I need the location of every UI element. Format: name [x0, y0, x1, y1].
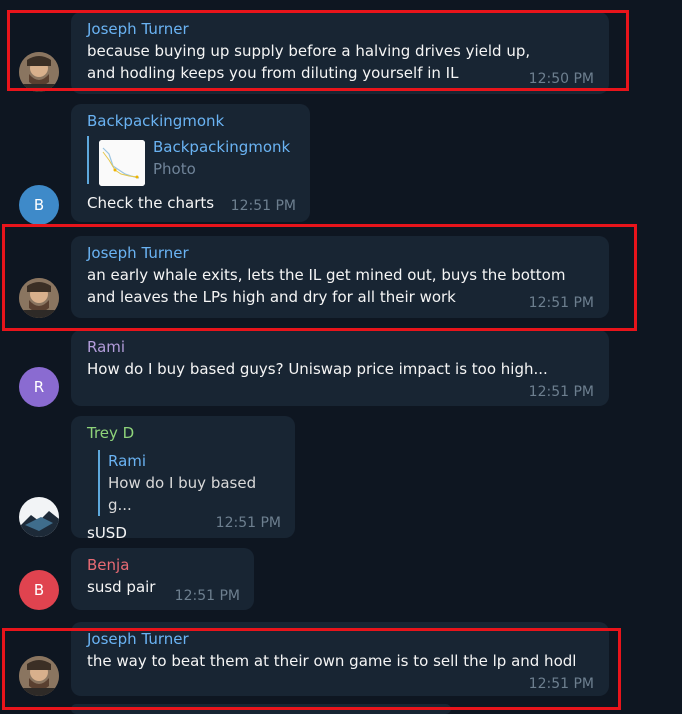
- sender-name[interactable]: Trey D: [87, 422, 281, 444]
- reply-text: How do I buy based g...: [108, 474, 257, 514]
- sender-name[interactable]: Rami: [87, 336, 595, 358]
- reply-sender: Backpackingmonk: [153, 138, 291, 156]
- message-time: 12:51 PM: [528, 384, 594, 400]
- message-time: 12:51 PM: [215, 515, 281, 531]
- message-text: How do I buy based guys? Uniswap price i…: [87, 360, 548, 378]
- message-text: because buying up supply before a halvin…: [87, 42, 531, 82]
- reply-sender: Rami: [108, 452, 147, 470]
- sender-name[interactable]: Joseph Turner: [87, 18, 595, 40]
- avatar-letter: R: [33, 378, 45, 396]
- message-text: an early whale exits, lets the IL get mi…: [87, 266, 566, 306]
- message-bubble[interactable]: Benja susd pair 12:51 PM: [71, 548, 254, 610]
- message-bubble[interactable]: Joseph Turner an early whale exits, lets…: [71, 236, 609, 318]
- user-photo-icon: [19, 497, 59, 537]
- message-text: the way to beat them at their own game i…: [87, 652, 577, 670]
- message-bubble[interactable]: Backpackingmonk Backpackingmonk Photo Ch…: [71, 104, 310, 222]
- message-time: 12:51 PM: [528, 676, 594, 692]
- sender-name[interactable]: Benja: [87, 554, 240, 576]
- reply-quote[interactable]: Backpackingmonk Photo: [87, 136, 296, 186]
- message-bubble[interactable]: Trey D Rami How do I buy based g... sUSD…: [71, 416, 295, 542]
- avatar-rami[interactable]: R: [19, 367, 59, 407]
- chart-thumbnail-icon: [99, 140, 145, 186]
- user-photo-icon: [19, 52, 59, 92]
- avatar-joseph-turner[interactable]: [19, 656, 59, 696]
- avatar-letter: B: [33, 196, 45, 214]
- avatar-trey-d[interactable]: [19, 497, 59, 537]
- message-bubble-partial[interactable]: [71, 704, 451, 714]
- avatar-joseph-turner[interactable]: [19, 52, 59, 92]
- message-bubble[interactable]: Joseph Turner because buying up supply b…: [71, 12, 609, 94]
- sender-name[interactable]: Backpackingmonk: [87, 110, 296, 132]
- message-bubble[interactable]: Rami How do I buy based guys? Uniswap pr…: [71, 330, 609, 406]
- message-bubble[interactable]: Joseph Turner the way to beat them at th…: [71, 622, 609, 696]
- user-photo-icon: [19, 278, 59, 318]
- avatar-benja[interactable]: B: [19, 570, 59, 610]
- reply-type: Photo: [153, 160, 196, 178]
- reply-quote[interactable]: Rami How do I buy based g...: [98, 450, 281, 516]
- avatar-backpackingmonk[interactable]: B: [19, 185, 59, 225]
- message-time: 12:51 PM: [174, 588, 240, 604]
- sender-name[interactable]: Joseph Turner: [87, 242, 595, 264]
- avatar-joseph-turner[interactable]: [19, 278, 59, 318]
- message-time: 12:51 PM: [230, 198, 296, 214]
- message-time: 12:51 PM: [528, 295, 594, 311]
- avatar-letter: B: [33, 581, 45, 599]
- user-photo-icon: [19, 656, 59, 696]
- sender-name[interactable]: Joseph Turner: [87, 628, 595, 650]
- message-time: 12:50 PM: [528, 71, 594, 87]
